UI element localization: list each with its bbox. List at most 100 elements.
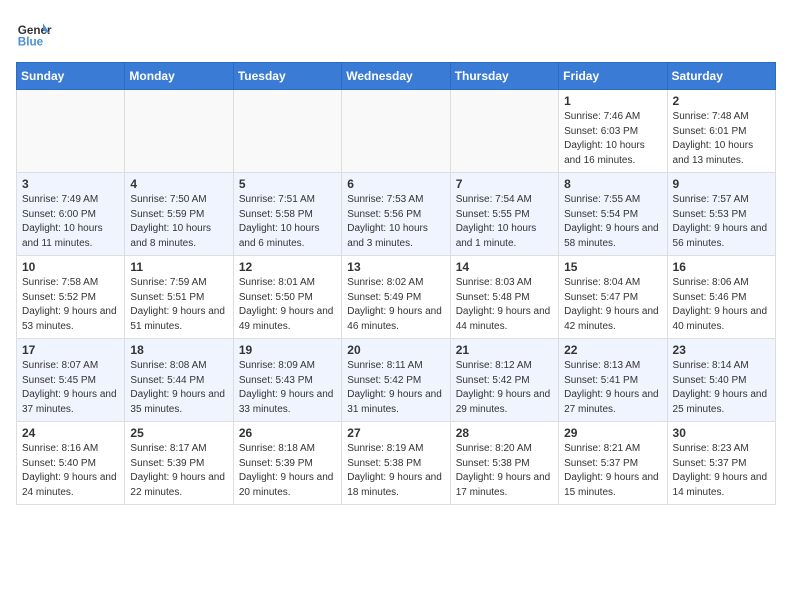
day-info: Sunrise: 8:20 AM Sunset: 5:38 PM Dayligh… (456, 442, 553, 500)
day-info: Sunrise: 7:58 AM Sunset: 5:52 PM Dayligh… (22, 276, 119, 334)
day-info: Sunrise: 8:03 AM Sunset: 5:48 PM Dayligh… (456, 276, 553, 334)
calendar-day-1: 1 Sunrise: 7:46 AM Sunset: 6:03 PM Daylig… (559, 90, 667, 173)
calendar-day-16: 16 Sunrise: 8:06 AM Sunset: 5:46 PM Dayli… (667, 256, 775, 339)
calendar-day-18: 18 Sunrise: 8:08 AM Sunset: 5:44 PM Dayli… (125, 339, 233, 422)
day-number: 20 (347, 343, 444, 357)
day-number: 2 (673, 94, 770, 108)
calendar-day-22: 22 Sunrise: 8:13 AM Sunset: 5:41 PM Dayli… (559, 339, 667, 422)
day-number: 9 (673, 177, 770, 191)
calendar-day-30: 30 Sunrise: 8:23 AM Sunset: 5:37 PM Dayli… (667, 422, 775, 505)
calendar-empty-cell (450, 90, 558, 173)
day-info: Sunrise: 7:54 AM Sunset: 5:55 PM Dayligh… (456, 193, 553, 251)
day-info: Sunrise: 7:51 AM Sunset: 5:58 PM Dayligh… (239, 193, 336, 251)
day-number: 19 (239, 343, 336, 357)
day-info: Sunrise: 7:46 AM Sunset: 6:03 PM Dayligh… (564, 110, 661, 168)
calendar-day-12: 12 Sunrise: 8:01 AM Sunset: 5:50 PM Dayli… (233, 256, 341, 339)
calendar-day-23: 23Sunrise: 8:14 AM Sunset: 5:40 PM Dayli… (667, 339, 775, 422)
day-number: 27 (347, 426, 444, 440)
day-number: 30 (673, 426, 770, 440)
day-number: 28 (456, 426, 553, 440)
calendar-week-row: 3 Sunrise: 7:49 AM Sunset: 6:00 PM Daylig… (17, 173, 776, 256)
day-number: 4 (130, 177, 227, 191)
day-info: Sunrise: 8:07 AM Sunset: 5:45 PM Dayligh… (22, 359, 119, 417)
calendar-day-2: 2 Sunrise: 7:48 AM Sunset: 6:01 PM Daylig… (667, 90, 775, 173)
day-info: Sunrise: 8:12 AM Sunset: 5:42 PM Dayligh… (456, 359, 553, 417)
day-number: 10 (22, 260, 119, 274)
day-number: 24 (22, 426, 119, 440)
day-info: Sunrise: 7:55 AM Sunset: 5:54 PM Dayligh… (564, 193, 661, 251)
day-info: Sunrise: 7:57 AM Sunset: 5:53 PM Dayligh… (673, 193, 770, 251)
header-wednesday: Wednesday (342, 63, 450, 90)
day-number: 14 (456, 260, 553, 274)
calendar-empty-cell (125, 90, 233, 173)
calendar-day-13: 13Sunrise: 8:02 AM Sunset: 5:49 PM Dayli… (342, 256, 450, 339)
day-info: Sunrise: 7:50 AM Sunset: 5:59 PM Dayligh… (130, 193, 227, 251)
day-info: Sunrise: 8:13 AM Sunset: 5:41 PM Dayligh… (564, 359, 661, 417)
calendar-week-row: 17 Sunrise: 8:07 AM Sunset: 5:45 PM Dayli… (17, 339, 776, 422)
calendar-day-7: 7 Sunrise: 7:54 AM Sunset: 5:55 PM Daylig… (450, 173, 558, 256)
day-number: 6 (347, 177, 444, 191)
day-number: 13 (347, 260, 444, 274)
day-number: 11 (130, 260, 227, 274)
day-info: Sunrise: 7:49 AM Sunset: 6:00 PM Dayligh… (22, 193, 119, 251)
day-info: Sunrise: 7:59 AM Sunset: 5:51 PM Dayligh… (130, 276, 227, 334)
calendar-week-row: 24 Sunrise: 8:16 AM Sunset: 5:40 PM Dayli… (17, 422, 776, 505)
calendar-day-15: 15 Sunrise: 8:04 AM Sunset: 5:47 PM Dayli… (559, 256, 667, 339)
calendar-day-14: 14 Sunrise: 8:03 AM Sunset: 5:48 PM Dayli… (450, 256, 558, 339)
page-header: General Blue (16, 16, 776, 52)
day-info: Sunrise: 8:08 AM Sunset: 5:44 PM Dayligh… (130, 359, 227, 417)
calendar-day-17: 17 Sunrise: 8:07 AM Sunset: 5:45 PM Dayli… (17, 339, 125, 422)
day-info: Sunrise: 8:16 AM Sunset: 5:40 PM Dayligh… (22, 442, 119, 500)
day-number: 1 (564, 94, 661, 108)
day-number: 12 (239, 260, 336, 274)
day-info: Sunrise: 8:19 AM Sunset: 5:38 PM Dayligh… (347, 442, 444, 500)
header-monday: Monday (125, 63, 233, 90)
calendar-day-8: 8 Sunrise: 7:55 AM Sunset: 5:54 PM Daylig… (559, 173, 667, 256)
svg-text:Blue: Blue (18, 36, 44, 49)
day-info: Sunrise: 8:04 AM Sunset: 5:47 PM Dayligh… (564, 276, 661, 334)
calendar-day-4: 4 Sunrise: 7:50 AM Sunset: 5:59 PM Daylig… (125, 173, 233, 256)
day-number: 8 (564, 177, 661, 191)
day-number: 7 (456, 177, 553, 191)
day-number: 26 (239, 426, 336, 440)
day-info: Sunrise: 8:11 AM Sunset: 5:42 PM Dayligh… (347, 359, 444, 417)
logo: General Blue (16, 16, 52, 52)
calendar-day-10: 10 Sunrise: 7:58 AM Sunset: 5:52 PM Dayli… (17, 256, 125, 339)
header-tuesday: Tuesday (233, 63, 341, 90)
calendar-empty-cell (342, 90, 450, 173)
day-number: 18 (130, 343, 227, 357)
day-number: 16 (673, 260, 770, 274)
calendar-empty-cell (17, 90, 125, 173)
calendar-day-11: 11 Sunrise: 7:59 AM Sunset: 5:51 PM Dayli… (125, 256, 233, 339)
calendar-day-19: 19 Sunrise: 8:09 AM Sunset: 5:43 PM Dayli… (233, 339, 341, 422)
header-thursday: Thursday (450, 63, 558, 90)
day-info: Sunrise: 8:23 AM Sunset: 5:37 PM Dayligh… (673, 442, 770, 500)
day-info: Sunrise: 8:06 AM Sunset: 5:46 PM Dayligh… (673, 276, 770, 334)
calendar-day-28: 28 Sunrise: 8:20 AM Sunset: 5:38 PM Dayli… (450, 422, 558, 505)
calendar-day-3: 3 Sunrise: 7:49 AM Sunset: 6:00 PM Daylig… (17, 173, 125, 256)
header-friday: Friday (559, 63, 667, 90)
day-info: Sunrise: 7:53 AM Sunset: 5:56 PM Dayligh… (347, 193, 444, 251)
day-number: 25 (130, 426, 227, 440)
day-number: 23 (673, 343, 770, 357)
day-number: 3 (22, 177, 119, 191)
day-number: 21 (456, 343, 553, 357)
day-info: Sunrise: 8:18 AM Sunset: 5:39 PM Dayligh… (239, 442, 336, 500)
day-number: 5 (239, 177, 336, 191)
day-number: 29 (564, 426, 661, 440)
day-number: 15 (564, 260, 661, 274)
calendar-day-21: 21 Sunrise: 8:12 AM Sunset: 5:42 PM Dayli… (450, 339, 558, 422)
calendar-week-row: 10 Sunrise: 7:58 AM Sunset: 5:52 PM Dayli… (17, 256, 776, 339)
day-number: 17 (22, 343, 119, 357)
header-saturday: Saturday (667, 63, 775, 90)
day-info: Sunrise: 8:09 AM Sunset: 5:43 PM Dayligh… (239, 359, 336, 417)
day-info: Sunrise: 8:01 AM Sunset: 5:50 PM Dayligh… (239, 276, 336, 334)
day-info: Sunrise: 7:48 AM Sunset: 6:01 PM Dayligh… (673, 110, 770, 168)
calendar-week-row: 1 Sunrise: 7:46 AM Sunset: 6:03 PM Daylig… (17, 90, 776, 173)
logo-icon: General Blue (16, 16, 52, 52)
calendar-day-27: 27 Sunrise: 8:19 AM Sunset: 5:38 PM Dayli… (342, 422, 450, 505)
day-info: Sunrise: 8:21 AM Sunset: 5:37 PM Dayligh… (564, 442, 661, 500)
calendar-day-29: 29 Sunrise: 8:21 AM Sunset: 5:37 PM Dayli… (559, 422, 667, 505)
day-number: 22 (564, 343, 661, 357)
calendar-empty-cell (233, 90, 341, 173)
